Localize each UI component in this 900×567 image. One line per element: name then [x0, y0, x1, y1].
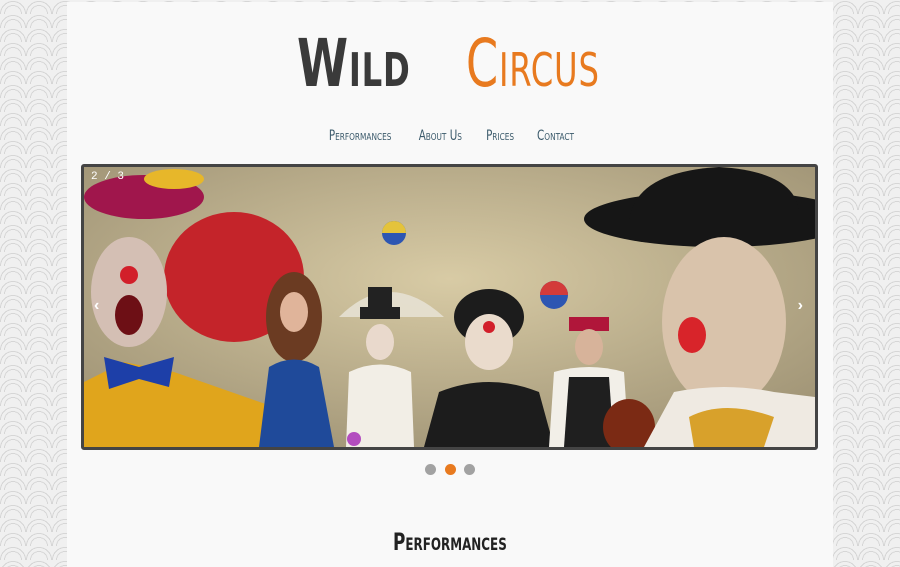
chevron-right-icon[interactable]: ›: [798, 297, 803, 315]
slider-dot-2[interactable]: [444, 464, 456, 475]
slide-counter: 2 / 3: [91, 171, 125, 183]
nav-contact[interactable]: Contact: [537, 128, 574, 144]
logo-word-circus: Circus: [465, 25, 600, 102]
chevron-left-icon[interactable]: ‹: [94, 297, 99, 315]
site-logo[interactable]: Wild Circus: [67, 24, 833, 104]
slide-image: [84, 167, 815, 447]
nav-prices[interactable]: Prices: [486, 128, 514, 144]
slider-dot-1[interactable]: [425, 464, 437, 475]
logo-word-wild: Wild: [297, 25, 412, 102]
nav-performances[interactable]: Performances: [329, 128, 392, 144]
section-title: Performances: [67, 528, 833, 556]
section-title-text: Performances: [393, 527, 507, 556]
slider-pagination: [67, 462, 833, 480]
slider-dot-3[interactable]: [463, 464, 475, 475]
main-nav: Performances About Us Prices Contact: [67, 128, 833, 144]
nav-about-us[interactable]: About Us: [419, 128, 462, 144]
image-slider[interactable]: 2 / 3 ‹ ›: [81, 164, 818, 450]
page-container: Wild Circus Performances About Us Prices…: [67, 2, 833, 567]
